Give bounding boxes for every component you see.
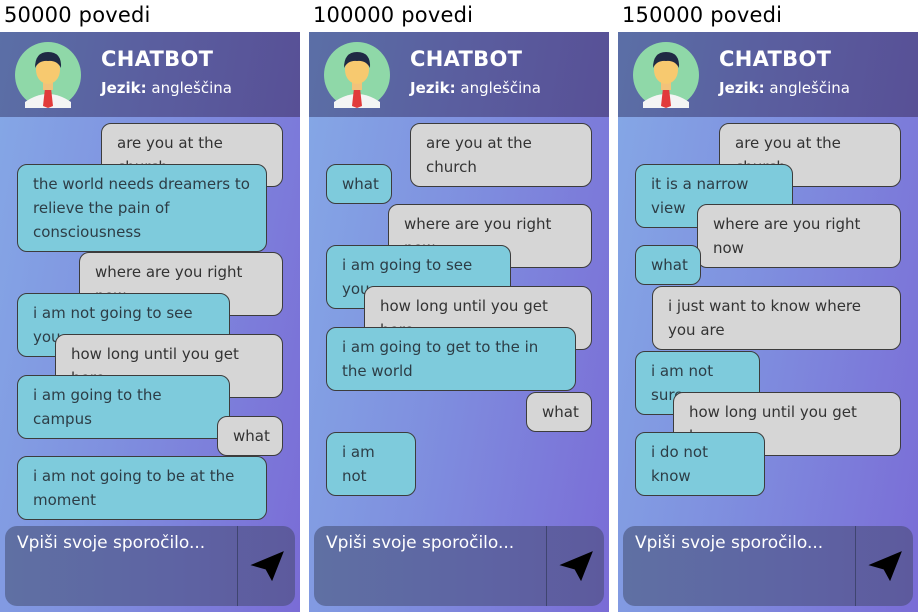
user-message: where are you right now [697, 204, 901, 268]
bot-avatar-icon [324, 42, 390, 108]
chatbot-language: Jezik: angleščina [101, 79, 232, 97]
chat-panel-50000: 50000 povedi CHATBOT Jezik: angleščina a… [0, 0, 300, 612]
bot-message: i am not [326, 432, 416, 496]
bot-message: i am going to get to the in the world [326, 327, 576, 391]
user-message: are you at the church [410, 123, 592, 187]
chat-header: CHATBOT Jezik: angleščina [0, 32, 300, 117]
chatbot-title: CHATBOT [719, 47, 832, 71]
chat-header: CHATBOT Jezik: angleščina [618, 32, 918, 117]
chatbot-title: CHATBOT [101, 47, 214, 71]
send-button[interactable] [239, 526, 295, 606]
panel-caption: 150000 povedi [622, 3, 783, 27]
bot-avatar-icon [15, 42, 81, 108]
panel-caption: 50000 povedi [4, 3, 151, 27]
message-composer: Vpiši svoje sporočilo... [623, 526, 913, 606]
chat-window: CHATBOT Jezik: angleščina are you at the… [309, 32, 609, 612]
bot-message: i am not going to be at the moment [17, 456, 267, 520]
language-value: angleščina [460, 79, 541, 97]
chat-panel-100000: 100000 povedi CHATBOT Jezik: angleščina … [309, 0, 609, 612]
message-input[interactable]: Vpiši svoje sporočilo... [5, 526, 238, 606]
chatbot-title: CHATBOT [410, 47, 523, 71]
send-icon [250, 551, 284, 581]
user-message: i just want to know where you are [652, 286, 901, 350]
language-label: Jezik: [719, 79, 765, 97]
chat-header: CHATBOT Jezik: angleščina [309, 32, 609, 117]
language-value: angleščina [769, 79, 850, 97]
chat-panel-150000: 150000 povedi CHATBOT Jezik: angleščina … [618, 0, 918, 612]
language-label: Jezik: [410, 79, 456, 97]
bot-message: what [326, 164, 392, 204]
send-button[interactable] [548, 526, 604, 606]
language-value: angleščina [151, 79, 232, 97]
bot-message: the world needs dreamers to relieve the … [17, 164, 267, 252]
chatbot-language: Jezik: angleščina [410, 79, 541, 97]
chatbot-language: Jezik: angleščina [719, 79, 850, 97]
send-icon [868, 551, 902, 581]
bot-message: i do not know [635, 432, 765, 496]
send-icon [559, 551, 593, 581]
message-composer: Vpiši svoje sporočilo... [5, 526, 295, 606]
panel-caption: 100000 povedi [313, 3, 474, 27]
chat-window: CHATBOT Jezik: angleščina are you at the… [618, 32, 918, 612]
bot-message: what [635, 245, 701, 285]
message-input[interactable]: Vpiši svoje sporočilo... [314, 526, 547, 606]
user-message: what [217, 416, 283, 456]
send-button[interactable] [857, 526, 913, 606]
message-input[interactable]: Vpiši svoje sporočilo... [623, 526, 856, 606]
user-message: what [526, 392, 592, 432]
bot-avatar-icon [633, 42, 699, 108]
message-composer: Vpiši svoje sporočilo... [314, 526, 604, 606]
bot-message: i am going to the campus [17, 375, 230, 439]
chat-window: CHATBOT Jezik: angleščina are you at the… [0, 32, 300, 612]
language-label: Jezik: [101, 79, 147, 97]
